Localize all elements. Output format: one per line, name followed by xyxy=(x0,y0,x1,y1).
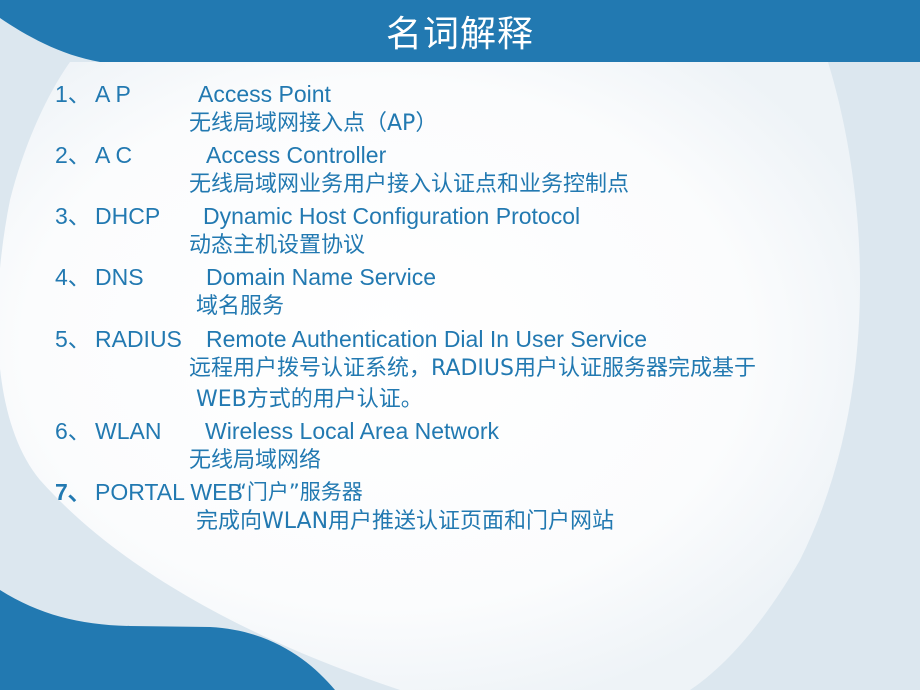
term-description-continued: WEB方式的用户认证。 xyxy=(196,387,423,412)
term-description: 动态主机设置协议 xyxy=(189,233,366,258)
term-number: 5、 xyxy=(55,326,91,352)
term-abbr: PORTAL WEB xyxy=(95,479,243,505)
term-full-name: “门户”服务器 xyxy=(236,480,363,504)
term-abbr: A P xyxy=(95,81,131,107)
term-full-name: Access Point xyxy=(198,81,331,107)
term-description: 无线局域网络 xyxy=(189,448,322,473)
term-number: 3、 xyxy=(55,203,91,229)
term-description: 无线局域网接入点（AP） xyxy=(189,111,438,136)
term-number: 2、 xyxy=(55,142,91,168)
term-description: 远程用户拨号认证系统，RADIUS用户认证服务器完成基于 xyxy=(189,356,756,381)
term-abbr: A C xyxy=(95,142,133,168)
term-full-name: Dynamic Host Configuration Protocol xyxy=(203,203,581,229)
term-full-name: Remote Authentication Dial In User Servi… xyxy=(206,326,648,352)
term-full-name: Access Controller xyxy=(206,142,387,168)
term-number: 7、 xyxy=(55,479,91,505)
term-abbr: DNS xyxy=(95,264,144,290)
term-description: 无线局域网业务用户接入认证点和业务控制点 xyxy=(189,172,630,197)
term-number: 4、 xyxy=(55,264,91,290)
term-description: 域名服务 xyxy=(196,294,285,319)
term-abbr: DHCP xyxy=(95,203,161,229)
slide: 名词解释 1、 A P Access Point 无线局域网接入点（AP） 2、… xyxy=(0,0,920,690)
term-full-name: Domain Name Service xyxy=(206,264,437,290)
term-full-name: Wireless Local Area Network xyxy=(205,418,499,444)
term-description: 完成向WLAN用户推送认证页面和门户网站 xyxy=(196,509,615,534)
term-abbr: WLAN xyxy=(95,418,162,444)
term-number: 6、 xyxy=(55,418,91,444)
term-number: 1、 xyxy=(55,81,91,107)
term-abbr: RADIUS xyxy=(95,326,182,352)
terms-list: 1、 A P Access Point 无线局域网接入点（AP） 2、 A C … xyxy=(0,0,920,690)
